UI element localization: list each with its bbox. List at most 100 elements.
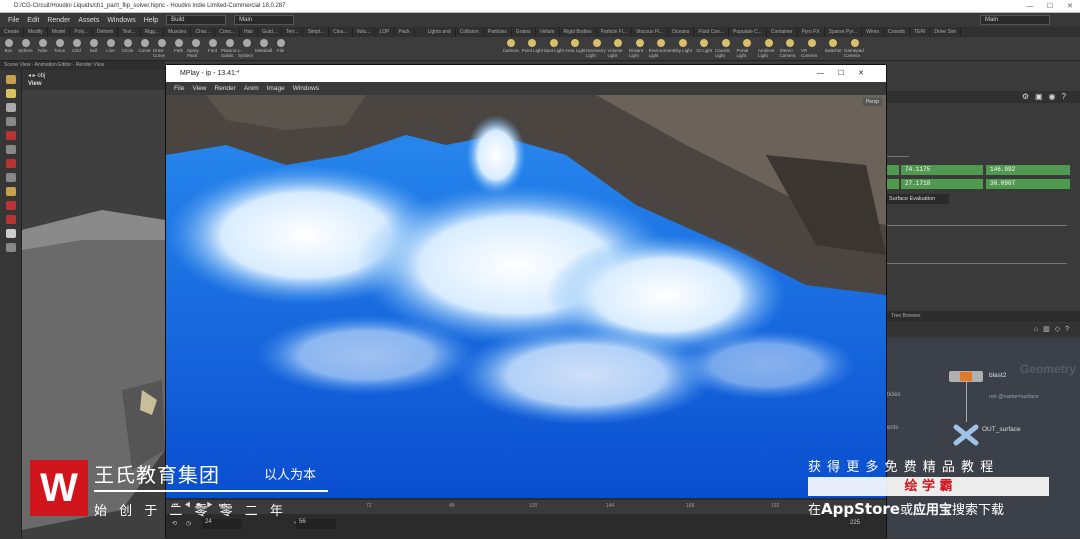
mplay-menu-image[interactable]: Image [267, 82, 285, 95]
shelf-tool-left[interactable]: Box [0, 37, 17, 60]
shelf-tab-left[interactable]: Char... [191, 27, 216, 37]
shelf-tab-right[interactable]: Grains [512, 27, 536, 37]
view-label-badge[interactable]: Persp [862, 98, 882, 106]
shelf-tab-right[interactable]: Wires [862, 27, 885, 37]
shelf-tab-right[interactable]: Lights and [424, 27, 456, 37]
shelf-tool-right[interactable]: Sky Light [672, 37, 694, 60]
mplay-minimize-button[interactable]: — [817, 70, 838, 77]
scale-tool-icon[interactable] [5, 145, 16, 154]
shelf-tool-right[interactable]: Stereo Camera [780, 37, 802, 60]
loop-icon[interactable]: ⟲ [172, 520, 177, 527]
shelf-tab-left[interactable]: Clou... [329, 27, 353, 37]
shelf-tool-left[interactable]: Metaball [255, 37, 272, 60]
shelf-tab-left[interactable]: Create [0, 27, 25, 37]
camera-tool-icon[interactable] [5, 229, 16, 238]
shelf-tool-right[interactable]: Point Light [522, 37, 544, 60]
minimize-button[interactable]: — [1020, 0, 1040, 13]
shelf-tab-left[interactable]: Cons... [215, 27, 241, 37]
shelf-tool-right[interactable]: Area Light [565, 37, 587, 60]
menu-windows[interactable]: Windows [107, 17, 135, 24]
desktop-dropdown[interactable]: Main [234, 15, 295, 25]
select-tool-icon[interactable] [5, 75, 16, 84]
shelf-tab-left[interactable]: Rigg... [141, 27, 165, 37]
shelf-tool-left[interactable]: Tube [34, 37, 51, 60]
tab-render-view[interactable]: Render View [76, 62, 105, 68]
light-tool-icon[interactable] [5, 187, 16, 196]
build-dropdown[interactable]: Build [166, 15, 227, 25]
shelf-tool-right[interactable]: Portal Light [737, 37, 759, 60]
shelf-tool-left[interactable]: Font [204, 37, 221, 60]
flip-render-image[interactable]: Persp [166, 95, 886, 498]
slider-2[interactable] [887, 225, 1067, 226]
shelf-tab-right[interactable]: Drive Sim [930, 27, 962, 37]
slider-1[interactable] [887, 156, 909, 157]
shelf-tool-right[interactable]: Caustic Light [715, 37, 737, 60]
menu-edit[interactable]: Edit [27, 17, 39, 24]
shelf-tool-right[interactable]: Distant Light [629, 37, 651, 60]
close-button[interactable]: ✕ [1060, 0, 1080, 13]
shelf-tool-right[interactable]: Geometry Light [586, 37, 608, 60]
shelf-tab-left[interactable]: Pack [395, 27, 415, 37]
shelf-tab-right[interactable]: Crowds [884, 27, 910, 37]
snap-tool-icon[interactable] [5, 159, 16, 168]
shelf-tab-left[interactable]: Muscles [164, 27, 192, 37]
slider-3[interactable] [887, 263, 1067, 264]
shelf-tool-left[interactable]: Line [102, 37, 119, 60]
menu-file[interactable]: File [8, 17, 19, 24]
shelf-tab-left[interactable]: Hair [240, 27, 259, 37]
shelf-tab-right[interactable]: Rigid Bodies [560, 27, 597, 37]
shelf-tab-right[interactable]: Pyro FX [798, 27, 825, 37]
param-field-2[interactable]: 146.992 [986, 165, 1070, 175]
shelf-tool-left[interactable]: File [272, 37, 289, 60]
shelf-tool-left[interactable]: Draw Curve [153, 37, 170, 60]
shelf-tab-right[interactable]: Viscous Fl... [632, 27, 669, 37]
shelf-tab-left[interactable]: LOP [375, 27, 395, 37]
right-desktop-dropdown[interactable]: Main [980, 15, 1050, 25]
shelf-tool-right[interactable]: Environment Light [649, 37, 674, 60]
shelf-tab-left[interactable]: Volu... [353, 27, 376, 37]
shelf-tab-right[interactable]: Particle Fl... [597, 27, 633, 37]
mplay-menu-render[interactable]: Render [214, 82, 235, 95]
mplay-menu-anim[interactable]: Anim [244, 82, 259, 95]
rotate-tool-icon[interactable] [5, 131, 16, 140]
menu-assets[interactable]: Assets [78, 17, 99, 24]
param-toolbar-icons[interactable]: ⚙▣◉? [1022, 92, 1072, 101]
mplay-maximize-button[interactable]: ☐ [838, 70, 858, 77]
shelf-tab-left[interactable]: Text... [118, 27, 141, 37]
magnet-icon[interactable] [5, 201, 16, 210]
shelf-tool-left[interactable]: Torus [51, 37, 68, 60]
path-obj[interactable]: obj [37, 73, 45, 79]
shelf-tab-right[interactable]: Container [767, 27, 798, 37]
shelf-tab-left[interactable]: Terr... [282, 27, 304, 37]
maximize-button[interactable]: ☐ [1040, 0, 1060, 13]
shelf-tab-right[interactable]: Particles [484, 27, 512, 37]
shelf-tool-right[interactable]: VR Camera [801, 37, 823, 60]
param-field-3[interactable]: 27.1718 [901, 179, 983, 189]
shelf-tool-left[interactable]: Circle [119, 37, 136, 60]
shelf-tab-left[interactable]: Model [48, 27, 71, 37]
frame-end-field[interactable]: 56 [296, 519, 336, 529]
tab-animation-editor[interactable]: Animation Editor [35, 62, 72, 68]
shelf-tab-right[interactable]: TERI [910, 27, 931, 37]
param-field-4[interactable]: 30.0907 [986, 179, 1070, 189]
shelf-tool-right[interactable]: Camera [500, 37, 522, 60]
view-tool-icon[interactable] [5, 173, 16, 182]
shelf-tool-left[interactable]: Sphere [17, 37, 34, 60]
handle-tool-icon[interactable] [5, 89, 16, 98]
shelf-tool-left[interactable]: Path [170, 37, 187, 60]
shelf-tab-left[interactable]: Guid... [258, 27, 282, 37]
shelf-tab-left[interactable]: Simpl... [303, 27, 330, 37]
shelf-tool-right[interactable]: Spot Light [543, 37, 565, 60]
mplay-menu-windows[interactable]: Windows [293, 82, 319, 95]
mplay-close-button[interactable]: ✕ [858, 70, 878, 77]
network-toolbar-icons[interactable]: ⌂▥◇? [1034, 325, 1074, 333]
shelf-tool-right[interactable]: Volume Light [608, 37, 630, 60]
shelf-tool-right[interactable]: Switcher [823, 37, 845, 60]
shelf-tab-left[interactable]: Deform [93, 27, 119, 37]
shelf-tab-left[interactable]: Modify [24, 27, 48, 37]
shelf-tool-right[interactable]: Gamepad Camera [844, 37, 866, 60]
out-surface-node[interactable] [953, 424, 979, 446]
blast2-node[interactable] [949, 371, 983, 382]
shelf-tool-right[interactable]: Ambient Light [758, 37, 780, 60]
shelf-tool-left[interactable]: Spray Paint [187, 37, 204, 60]
